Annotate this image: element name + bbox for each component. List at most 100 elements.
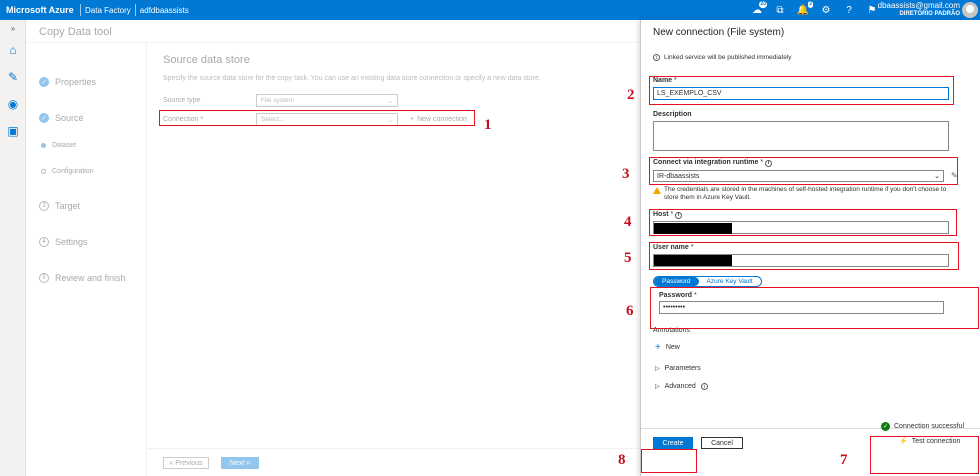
step-configuration[interactable]: Configuration	[41, 168, 94, 175]
annotation-number: 4	[624, 214, 632, 230]
next-button[interactable]: Next »	[221, 457, 259, 469]
source-description: Specify the source data store for the co…	[163, 75, 541, 82]
annotation-number: 1	[484, 117, 492, 133]
step-circle-icon: 3	[39, 201, 49, 211]
divider	[80, 4, 81, 16]
source-data-store: Source data store Specify the source dat…	[163, 54, 633, 126]
copy-data-tool: Copy Data tool ✓ Properties ✓ Source Datas…	[27, 20, 639, 476]
top-icons: ☁ 20 ⧉ 🔔 2 ⚙ ? ⚑	[750, 0, 879, 20]
notifications-badge: 2	[808, 1, 813, 8]
annotation-box-connection	[159, 110, 475, 126]
description-label: Description	[653, 111, 692, 118]
azure-top-bar: Microsoft Azure Data Factory adfdbaassis…	[0, 0, 980, 20]
divider	[134, 4, 136, 16]
wizard-steps: ✓ Properties ✓ Source Dataset Configuratio…	[27, 43, 147, 476]
expand-triangle-icon: ▷	[655, 384, 660, 390]
step-label: Target	[55, 201, 81, 211]
step-dot-icon	[41, 143, 46, 148]
tab-azure-key-vault[interactable]: Azure Key Vault	[699, 277, 761, 286]
step-label: Settings	[55, 237, 88, 247]
brand-label[interactable]: Microsoft Azure	[0, 5, 76, 15]
create-button[interactable]: Create	[653, 437, 693, 449]
settings-icon[interactable]: ⚙	[819, 3, 833, 17]
chevron-down-icon: ⌄	[387, 97, 393, 105]
warning-text: The credentials are stored in the machin…	[664, 186, 947, 201]
user-email: dbaassists@gmail.com	[877, 1, 960, 10]
advanced-label: Advanced	[664, 383, 696, 390]
step-settings[interactable]: 4 Settings	[39, 237, 88, 247]
annotation-number: 6	[626, 303, 634, 319]
notifications-icon[interactable]: 🔔 2	[796, 1, 813, 17]
cloud-shell-icon[interactable]: ☁ 20	[750, 1, 767, 17]
step-circle-icon: 5	[39, 273, 49, 283]
step-label: Source	[55, 113, 84, 123]
step-label: Configuration	[52, 168, 94, 175]
step-source[interactable]: ✓ Source	[39, 113, 84, 123]
wizard-navigation: « Previous Next »	[147, 448, 639, 476]
annotation-box-runtime	[649, 157, 958, 185]
step-check-icon: ✓	[39, 77, 49, 87]
monitor-icon[interactable]: ◉	[0, 90, 26, 117]
cancel-button[interactable]: Cancel	[701, 437, 743, 449]
password-source-toggle: Password Azure Key Vault	[653, 276, 762, 287]
tool-title: Copy Data tool	[39, 26, 112, 38]
breadcrumb-data-factory[interactable]: Data Factory	[85, 6, 131, 15]
source-type-value: File system	[261, 97, 294, 104]
source-type-select[interactable]: File system ⌄	[256, 94, 398, 107]
description-textarea[interactable]	[653, 121, 949, 151]
annotation-box-test-connection	[870, 436, 979, 474]
annotation-box-name	[649, 76, 954, 105]
left-rail: » ⌂ ✎ ◉ ▣	[0, 20, 26, 476]
breadcrumb-factory-name[interactable]: adfdbaassists	[140, 6, 189, 15]
directory-filter-icon[interactable]: ⧉	[773, 3, 787, 17]
step-dot-icon	[41, 169, 46, 174]
panel-title: New connection (File system)	[653, 27, 785, 38]
manage-icon[interactable]: ▣	[0, 117, 26, 144]
cloud-shell-badge: 20	[759, 1, 767, 8]
account-info[interactable]: dbaassists@gmail.com DIRETÓRIO PADRÃO	[878, 2, 960, 18]
annotation-box-password	[650, 287, 979, 329]
step-check-icon: ✓	[39, 113, 49, 123]
connection-status: ✓ Connection successful	[881, 422, 964, 431]
step-dataset[interactable]: Dataset	[41, 142, 76, 149]
plus-icon: +	[655, 342, 661, 353]
step-label: Properties	[55, 77, 97, 87]
help-icon[interactable]: ?	[842, 3, 856, 17]
annotation-number: 2	[627, 87, 635, 103]
expand-triangle-icon: ▷	[655, 366, 660, 372]
new-annotation-button[interactable]: + New	[655, 342, 680, 353]
step-label: Dataset	[52, 142, 77, 149]
info-icon: i	[700, 383, 708, 390]
annotation-number: 7	[840, 452, 848, 468]
parameters-label: Parameters	[664, 365, 701, 372]
source-title: Source data store	[163, 54, 250, 66]
step-target[interactable]: 3 Target	[39, 201, 80, 211]
new-label: New	[665, 344, 680, 351]
info-icon: i	[653, 54, 660, 61]
advanced-expander[interactable]: ▷ Advanced i	[655, 383, 708, 390]
annotation-number: 5	[624, 250, 632, 266]
connection-status-text: Connection successful	[894, 423, 965, 430]
annotation-box-username	[649, 242, 959, 270]
step-review[interactable]: 5 Review and finish	[39, 273, 126, 283]
step-circle-icon: 4	[39, 237, 49, 247]
check-circle-icon: ✓	[881, 422, 890, 431]
step-properties[interactable]: ✓ Properties	[39, 77, 96, 87]
source-type-row: Source type File system ⌄	[163, 94, 398, 107]
tab-password[interactable]: Password	[654, 277, 699, 286]
step-label: Review and finish	[55, 273, 126, 283]
previous-button[interactable]: « Previous	[163, 457, 209, 469]
annotation-box-create	[641, 449, 697, 473]
annotation-box-host	[649, 209, 957, 236]
user-directory: DIRETÓRIO PADRÃO	[899, 11, 960, 17]
home-icon[interactable]: ⌂	[0, 36, 26, 63]
avatar[interactable]	[962, 2, 978, 18]
author-icon[interactable]: ✎	[0, 63, 26, 90]
publish-info: i Linked service will be published immedi…	[653, 54, 792, 61]
credentials-warning: The credentials are stored in the machin…	[653, 186, 953, 202]
annotation-number: 8	[618, 452, 626, 468]
expand-rail-icon[interactable]: »	[0, 20, 26, 36]
publish-info-text: Linked service will be published immedia…	[664, 54, 792, 61]
parameters-expander[interactable]: ▷ Parameters	[655, 365, 701, 372]
warning-icon	[653, 187, 661, 194]
